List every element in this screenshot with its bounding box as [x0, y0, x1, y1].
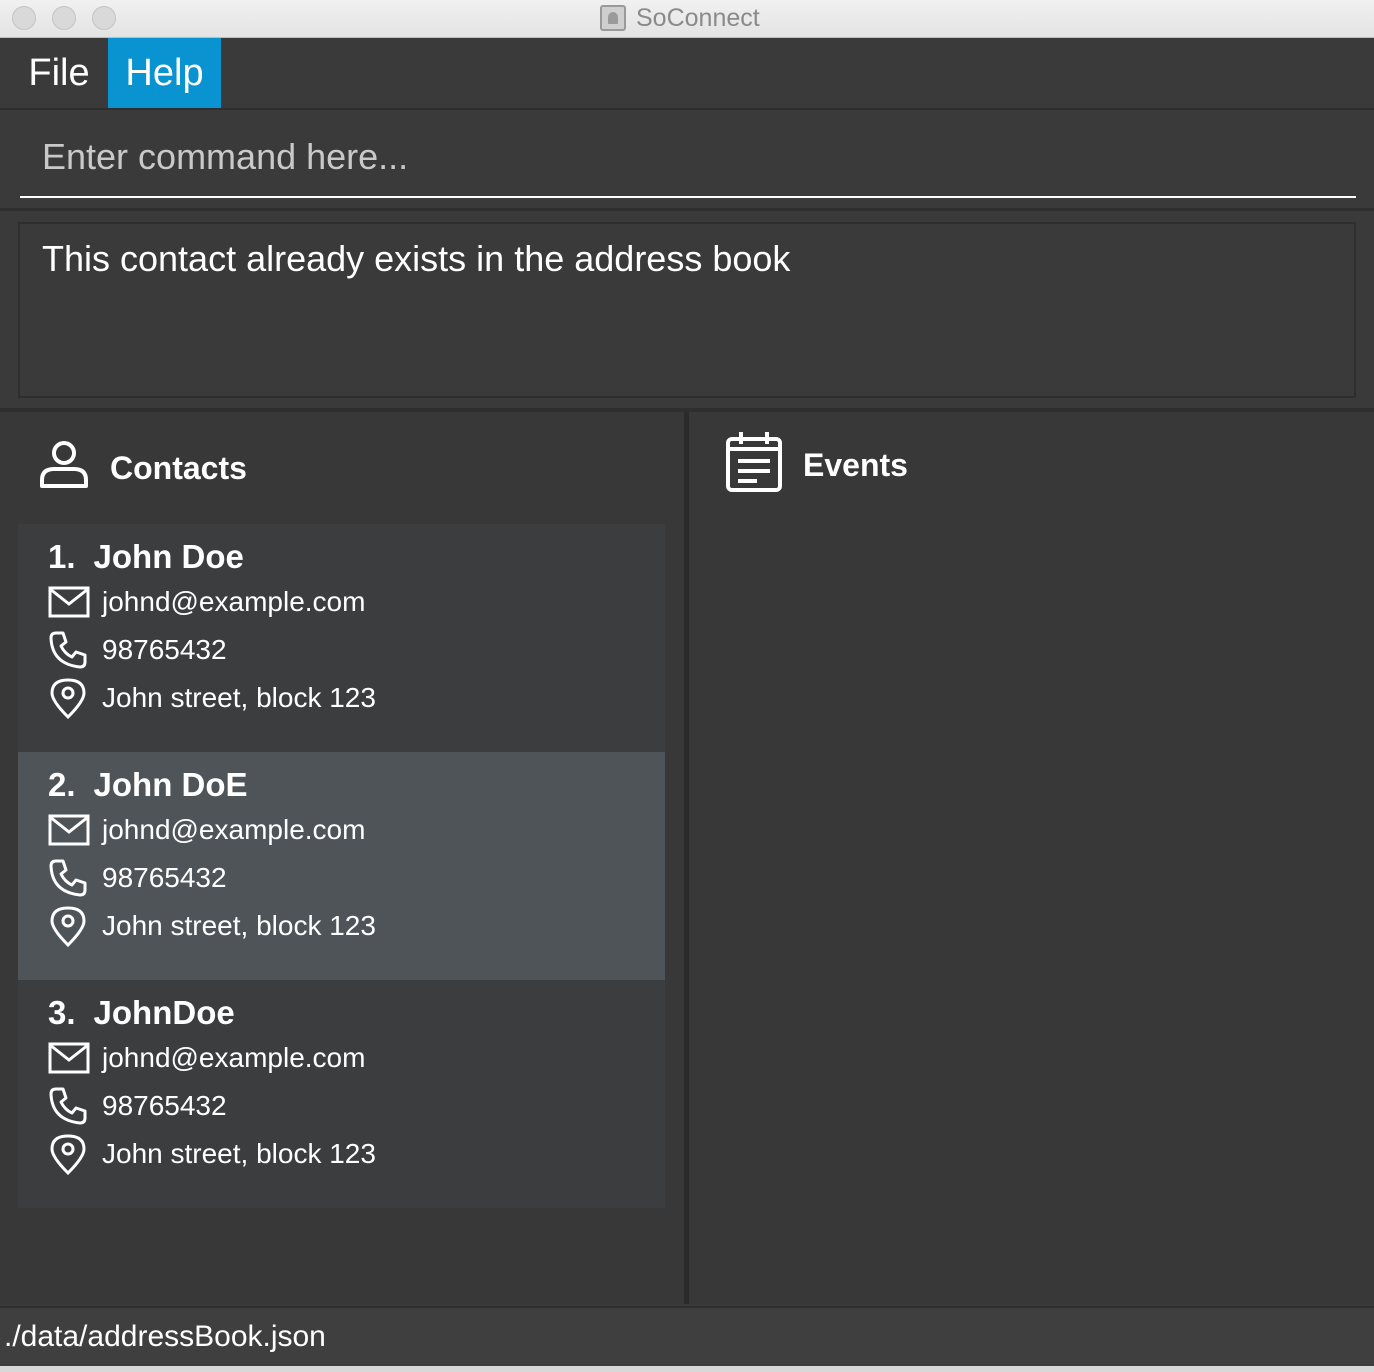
events-panel: Events: [689, 412, 1374, 1304]
mail-icon: [48, 810, 94, 850]
phone-icon: [48, 1086, 94, 1126]
contacts-header: Contacts: [38, 441, 247, 494]
person-icon: [38, 438, 90, 498]
contact-name-row: 2. John DoE: [48, 764, 665, 806]
contact-name: John DoE: [93, 766, 248, 803]
close-window-button[interactable]: [12, 6, 36, 30]
menu-bar: File Help: [0, 38, 1374, 110]
contacts-title: Contacts: [110, 449, 247, 486]
contact-card-selected[interactable]: 2. John DoE johnd@example.com 98765432 J…: [18, 752, 665, 980]
window-bottom-edge: [0, 1366, 1374, 1372]
contact-email: johnd@example.com: [102, 586, 366, 617]
events-title: Events: [803, 446, 908, 483]
contact-index: 1.: [48, 538, 76, 575]
window-title-group: SoConnect: [600, 2, 760, 34]
calendar-icon: [725, 429, 783, 501]
data-file-path: ./data/addressBook.json: [4, 1320, 326, 1353]
contact-card[interactable]: 1. John Doe johnd@example.com 98765432 J…: [18, 524, 665, 752]
contact-email: johnd@example.com: [102, 814, 366, 845]
location-pin-icon: [48, 1134, 94, 1175]
contact-index: 3.: [48, 994, 76, 1031]
contact-index: 2.: [48, 766, 76, 803]
contact-email-row: johnd@example.com: [48, 578, 665, 626]
contact-name: JohnDoe: [93, 994, 235, 1031]
events-header: Events: [725, 432, 908, 498]
contact-phone-row: 98765432: [48, 854, 665, 902]
location-pin-icon: [48, 678, 94, 719]
zoom-window-button[interactable]: [92, 6, 116, 30]
contact-address: John street, block 123: [102, 1138, 376, 1169]
contact-email-row: johnd@example.com: [48, 1034, 665, 1082]
command-box: [0, 110, 1374, 211]
contact-phone-row: 98765432: [48, 1082, 665, 1130]
contact-phone-row: 98765432: [48, 626, 665, 674]
window-titlebar: SoConnect: [0, 0, 1374, 38]
contact-phone: 98765432: [102, 862, 227, 893]
contact-address: John street, block 123: [102, 910, 376, 941]
contact-address-row: John street, block 123: [48, 902, 665, 950]
contact-address-row: John street, block 123: [48, 1130, 665, 1178]
contact-phone: 98765432: [102, 634, 227, 665]
contact-name-row: 1. John Doe: [48, 536, 665, 578]
result-display: This contact already exists in the addre…: [18, 222, 1356, 398]
app-icon: [600, 5, 626, 31]
contact-address: John street, block 123: [102, 682, 376, 713]
mail-icon: [48, 1038, 94, 1078]
contact-phone: 98765432: [102, 1090, 227, 1121]
window-title: SoConnect: [636, 3, 760, 32]
menu-file[interactable]: File: [12, 38, 106, 108]
result-message: This contact already exists in the addre…: [42, 238, 791, 279]
menu-help[interactable]: Help: [108, 38, 221, 108]
minimize-window-button[interactable]: [52, 6, 76, 30]
phone-icon: [48, 630, 94, 670]
contact-email-row: johnd@example.com: [48, 806, 665, 854]
contacts-panel: Contacts 1. John Doe johnd@example.com 9…: [0, 412, 684, 1304]
contact-name: John Doe: [93, 538, 244, 575]
status-bar: ./data/addressBook.json: [0, 1306, 1374, 1366]
contact-name-row: 3. JohnDoe: [48, 992, 665, 1034]
contact-email: johnd@example.com: [102, 1042, 366, 1073]
location-pin-icon: [48, 906, 94, 947]
contact-card[interactable]: 3. JohnDoe johnd@example.com 98765432 Jo…: [18, 980, 665, 1208]
command-input[interactable]: [20, 118, 1356, 198]
mail-icon: [48, 582, 94, 622]
phone-icon: [48, 858, 94, 898]
contact-address-row: John street, block 123: [48, 674, 665, 722]
